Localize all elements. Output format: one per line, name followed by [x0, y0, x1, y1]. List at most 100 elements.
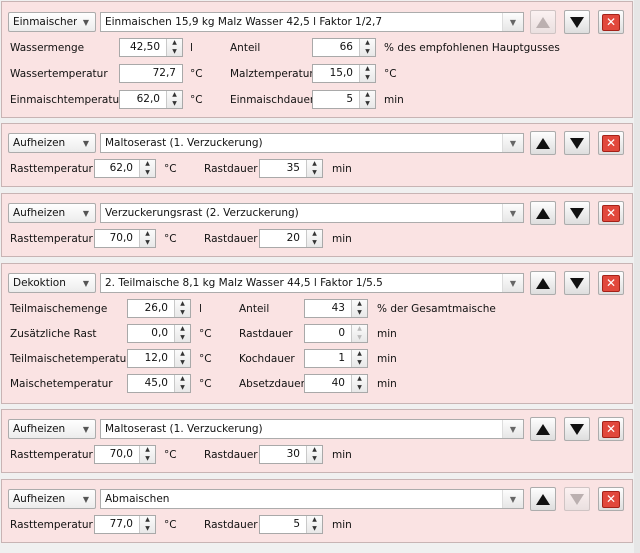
- chevron-down-icon[interactable]: ▼: [502, 490, 523, 508]
- step-type-value: Einmaischen: [13, 16, 77, 28]
- spin-arrows[interactable]: ▲ ▼: [139, 446, 155, 463]
- text-field[interactable]: 72,7: [119, 64, 183, 83]
- spinbox[interactable]: 70,0 ▲ ▼: [94, 229, 156, 248]
- scrollbar[interactable]: [634, 0, 640, 553]
- delete-step-button[interactable]: ✕: [598, 131, 624, 155]
- chevron-down-icon[interactable]: ▼: [502, 274, 523, 292]
- spinbox[interactable]: 45,0 ▲ ▼: [127, 374, 191, 393]
- unit-label: % der Gesamtmaische: [377, 303, 496, 315]
- spinbox[interactable]: 30 ▲ ▼: [259, 445, 323, 464]
- step-type-select[interactable]: Aufheizen ▼: [8, 133, 96, 153]
- spin-arrows[interactable]: ▲ ▼: [351, 375, 367, 392]
- field-label: Zusätzliche Rast: [10, 328, 97, 340]
- spinbox[interactable]: 70,0 ▲ ▼: [94, 445, 156, 464]
- step-type-select[interactable]: Einmaischen ▼: [8, 12, 96, 32]
- delete-step-button[interactable]: ✕: [598, 10, 624, 34]
- spinbox[interactable]: 62,0 ▲ ▼: [94, 159, 156, 178]
- spinbox[interactable]: 66 ▲ ▼: [312, 38, 376, 57]
- spin-arrows[interactable]: ▲ ▼: [306, 516, 322, 533]
- step-type-select[interactable]: Aufheizen ▼: [8, 203, 96, 223]
- spinbox[interactable]: 62,0 ▲ ▼: [119, 90, 183, 109]
- spinbox[interactable]: 0,0 ▲ ▼: [127, 324, 191, 343]
- chevron-down-icon[interactable]: ▼: [502, 13, 523, 31]
- chevron-down-icon[interactable]: ▼: [77, 13, 95, 31]
- step-title-field[interactable]: Maltoserast (1. Verzuckerung) ▼: [100, 419, 524, 439]
- triangle-down-icon: [570, 207, 584, 219]
- move-up-button[interactable]: [530, 131, 556, 155]
- delete-step-button[interactable]: ✕: [598, 201, 624, 225]
- spinbox[interactable]: 15,0 ▲ ▼: [312, 64, 376, 83]
- step-title-field[interactable]: Verzuckerungsrast (2. Verzuckerung) ▼: [100, 203, 524, 223]
- spin-arrows[interactable]: ▲ ▼: [166, 39, 182, 56]
- spinbox[interactable]: 43 ▲ ▼: [304, 299, 368, 318]
- move-down-button[interactable]: [564, 487, 590, 511]
- move-down-button[interactable]: [564, 417, 590, 441]
- triangle-up-icon: [536, 137, 550, 149]
- unit-label: min: [332, 233, 352, 245]
- spinbox[interactable]: 1 ▲ ▼: [304, 349, 368, 368]
- spinbox[interactable]: 77,0 ▲ ▼: [94, 515, 156, 534]
- spin-arrows[interactable]: ▲ ▼: [174, 300, 190, 317]
- spin-arrows[interactable]: ▲ ▼: [139, 230, 155, 247]
- step-type-select[interactable]: Aufheizen ▼: [8, 419, 96, 439]
- chevron-down-icon[interactable]: ▼: [502, 204, 523, 222]
- step-title-field[interactable]: 2. Teilmaische 8,1 kg Malz Wasser 44,5 l…: [100, 273, 524, 293]
- spinbox[interactable]: 5 ▲ ▼: [312, 90, 376, 109]
- spin-arrows[interactable]: ▲ ▼: [306, 230, 322, 247]
- spinbox[interactable]: 35 ▲ ▼: [259, 159, 323, 178]
- spin-arrows[interactable]: ▲ ▼: [166, 91, 182, 108]
- spin-arrows[interactable]: ▲ ▼: [174, 375, 190, 392]
- spinbox[interactable]: 20 ▲ ▼: [259, 229, 323, 248]
- move-down-button[interactable]: [564, 10, 590, 34]
- spin-arrows[interactable]: ▲ ▼: [306, 160, 322, 177]
- spinbox[interactable]: 40 ▲ ▼: [304, 374, 368, 393]
- delete-step-button[interactable]: ✕: [598, 487, 624, 511]
- move-down-button[interactable]: [564, 131, 590, 155]
- spin-arrows[interactable]: ▲ ▼: [351, 350, 367, 367]
- close-icon: ✕: [602, 490, 620, 508]
- chevron-down-icon[interactable]: ▼: [77, 490, 95, 508]
- delete-step-button[interactable]: ✕: [598, 417, 624, 441]
- step-title-field[interactable]: Abmaischen ▼: [100, 489, 524, 509]
- spinbox[interactable]: 26,0 ▲ ▼: [127, 299, 191, 318]
- move-up-button[interactable]: [530, 487, 556, 511]
- move-up-button[interactable]: [530, 417, 556, 441]
- spin-arrows[interactable]: ▲ ▼: [139, 160, 155, 177]
- step-type-select[interactable]: Dekoktion ▼: [8, 273, 96, 293]
- spin-arrows[interactable]: ▲ ▼: [359, 65, 375, 82]
- chevron-down-icon[interactable]: ▼: [502, 134, 523, 152]
- step-title-field[interactable]: Maltoserast (1. Verzuckerung) ▼: [100, 133, 524, 153]
- chevron-down-icon[interactable]: ▼: [77, 274, 95, 292]
- spin-arrows[interactable]: ▲ ▼: [174, 350, 190, 367]
- unit-label: min: [332, 163, 352, 175]
- spin-arrows[interactable]: ▲ ▼: [359, 39, 375, 56]
- spin-arrows[interactable]: ▲ ▼: [139, 516, 155, 533]
- move-up-button[interactable]: [530, 201, 556, 225]
- spin-value: 62,0: [136, 93, 160, 105]
- spinbox[interactable]: 0 ▲ ▼: [304, 324, 368, 343]
- field-label: Teilmaischetemperatur: [10, 353, 131, 365]
- triangle-down-icon: [570, 16, 584, 28]
- spinbox[interactable]: 5 ▲ ▼: [259, 515, 323, 534]
- spin-arrows[interactable]: ▲ ▼: [351, 325, 367, 342]
- move-down-button[interactable]: [564, 271, 590, 295]
- spin-value: 15,0: [329, 67, 353, 79]
- spin-arrows[interactable]: ▲ ▼: [351, 300, 367, 317]
- chevron-down-icon[interactable]: ▼: [502, 420, 523, 438]
- step-title-field[interactable]: Einmaischen 15,9 kg Malz Wasser 42,5 l F…: [100, 12, 524, 32]
- spin-arrows[interactable]: ▲ ▼: [359, 91, 375, 108]
- chevron-down-icon[interactable]: ▼: [77, 134, 95, 152]
- field-label: Rastdauer: [204, 233, 258, 245]
- delete-step-button[interactable]: ✕: [598, 271, 624, 295]
- chevron-down-icon[interactable]: ▼: [77, 204, 95, 222]
- spin-arrows[interactable]: ▲ ▼: [306, 446, 322, 463]
- spinbox[interactable]: 42,50 ▲ ▼: [119, 38, 183, 57]
- move-up-button[interactable]: [530, 10, 556, 34]
- spin-arrows[interactable]: ▲ ▼: [174, 325, 190, 342]
- chevron-down-icon[interactable]: ▼: [77, 420, 95, 438]
- move-up-button[interactable]: [530, 271, 556, 295]
- step-type-select[interactable]: Aufheizen ▼: [8, 489, 96, 509]
- move-down-button[interactable]: [564, 201, 590, 225]
- spin-value: 20: [286, 232, 300, 244]
- spinbox[interactable]: 12,0 ▲ ▼: [127, 349, 191, 368]
